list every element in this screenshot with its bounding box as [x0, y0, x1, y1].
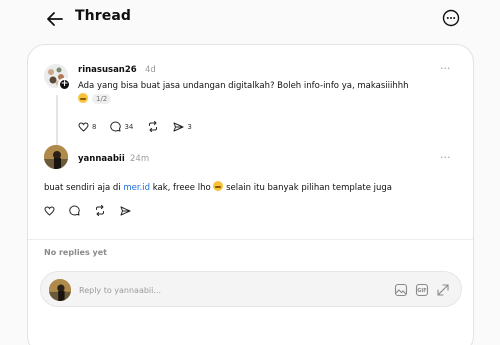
grinning-emoji-icon	[78, 93, 88, 103]
reply-button[interactable]	[69, 205, 80, 216]
repost-icon	[149, 121, 158, 132]
repost-icon	[96, 205, 104, 216]
top-bar: Thread	[0, 0, 500, 36]
comment-icon	[110, 121, 122, 132]
timestamp: 24m	[130, 154, 150, 164]
follow-plus-icon[interactable]: +	[58, 78, 71, 91]
thread-card: + rinasusan26 4d ··· Ada yang bisa buat …	[27, 44, 474, 345]
post-text: buat sendiri aja di mer.id kak, freee lh…	[44, 181, 392, 193]
timestamp: 4d	[145, 65, 156, 75]
reply-composer[interactable]: GIF	[40, 271, 462, 307]
post-actions: 8 34 3	[78, 121, 206, 132]
svg-text:GIF: GIF	[417, 288, 426, 294]
post-text: Ada yang bisa buat jasa undangan digital…	[78, 80, 458, 107]
more-options-icon[interactable]	[442, 9, 460, 27]
post-text-part: kak, freee lho	[150, 183, 214, 193]
share-count: 3	[187, 122, 192, 131]
like-button[interactable]	[44, 205, 55, 216]
post-actions	[44, 205, 145, 216]
heart-icon	[78, 121, 89, 132]
grinning-emoji-icon	[213, 181, 224, 191]
avatar-image	[49, 279, 71, 301]
divider	[28, 239, 473, 240]
username[interactable]: rinasusan26	[78, 65, 137, 75]
reply-button[interactable]: 34	[110, 121, 133, 132]
avatar-image	[44, 145, 68, 169]
heart-icon	[44, 205, 55, 216]
share-button[interactable]	[120, 206, 131, 216]
username[interactable]: yannaabii	[78, 154, 125, 164]
gif-icon[interactable]: GIF	[415, 283, 429, 297]
reply-count: 34	[124, 122, 134, 131]
avatar[interactable]	[44, 145, 68, 169]
repost-button[interactable]	[94, 205, 106, 216]
no-replies-label: No replies yet	[44, 248, 107, 257]
page-indicator: 1/2	[92, 94, 112, 104]
avatar	[49, 279, 71, 301]
post-more-button[interactable]: ···	[440, 63, 451, 74]
like-button[interactable]: 8	[78, 121, 97, 132]
link[interactable]: mer.id	[123, 183, 150, 193]
like-count: 8	[92, 122, 97, 131]
image-icon[interactable]	[394, 283, 408, 297]
send-icon	[173, 122, 184, 131]
share-button[interactable]: 3	[173, 122, 192, 132]
thread-line	[56, 95, 58, 147]
page-title: Thread	[75, 8, 131, 24]
send-icon	[120, 206, 131, 215]
comment-icon	[69, 205, 80, 216]
post-text-body: Ada yang bisa buat jasa undangan digital…	[78, 81, 409, 91]
reply-input[interactable]	[79, 283, 339, 297]
repost-button[interactable]	[147, 121, 159, 132]
post-text-part: selain itu banyak pilihan template juga	[223, 183, 392, 193]
back-arrow-icon[interactable]	[44, 8, 66, 30]
post-text-part: buat sendiri aja di	[44, 183, 124, 193]
post-more-button[interactable]: ···	[440, 152, 451, 163]
expand-icon[interactable]	[436, 283, 450, 297]
